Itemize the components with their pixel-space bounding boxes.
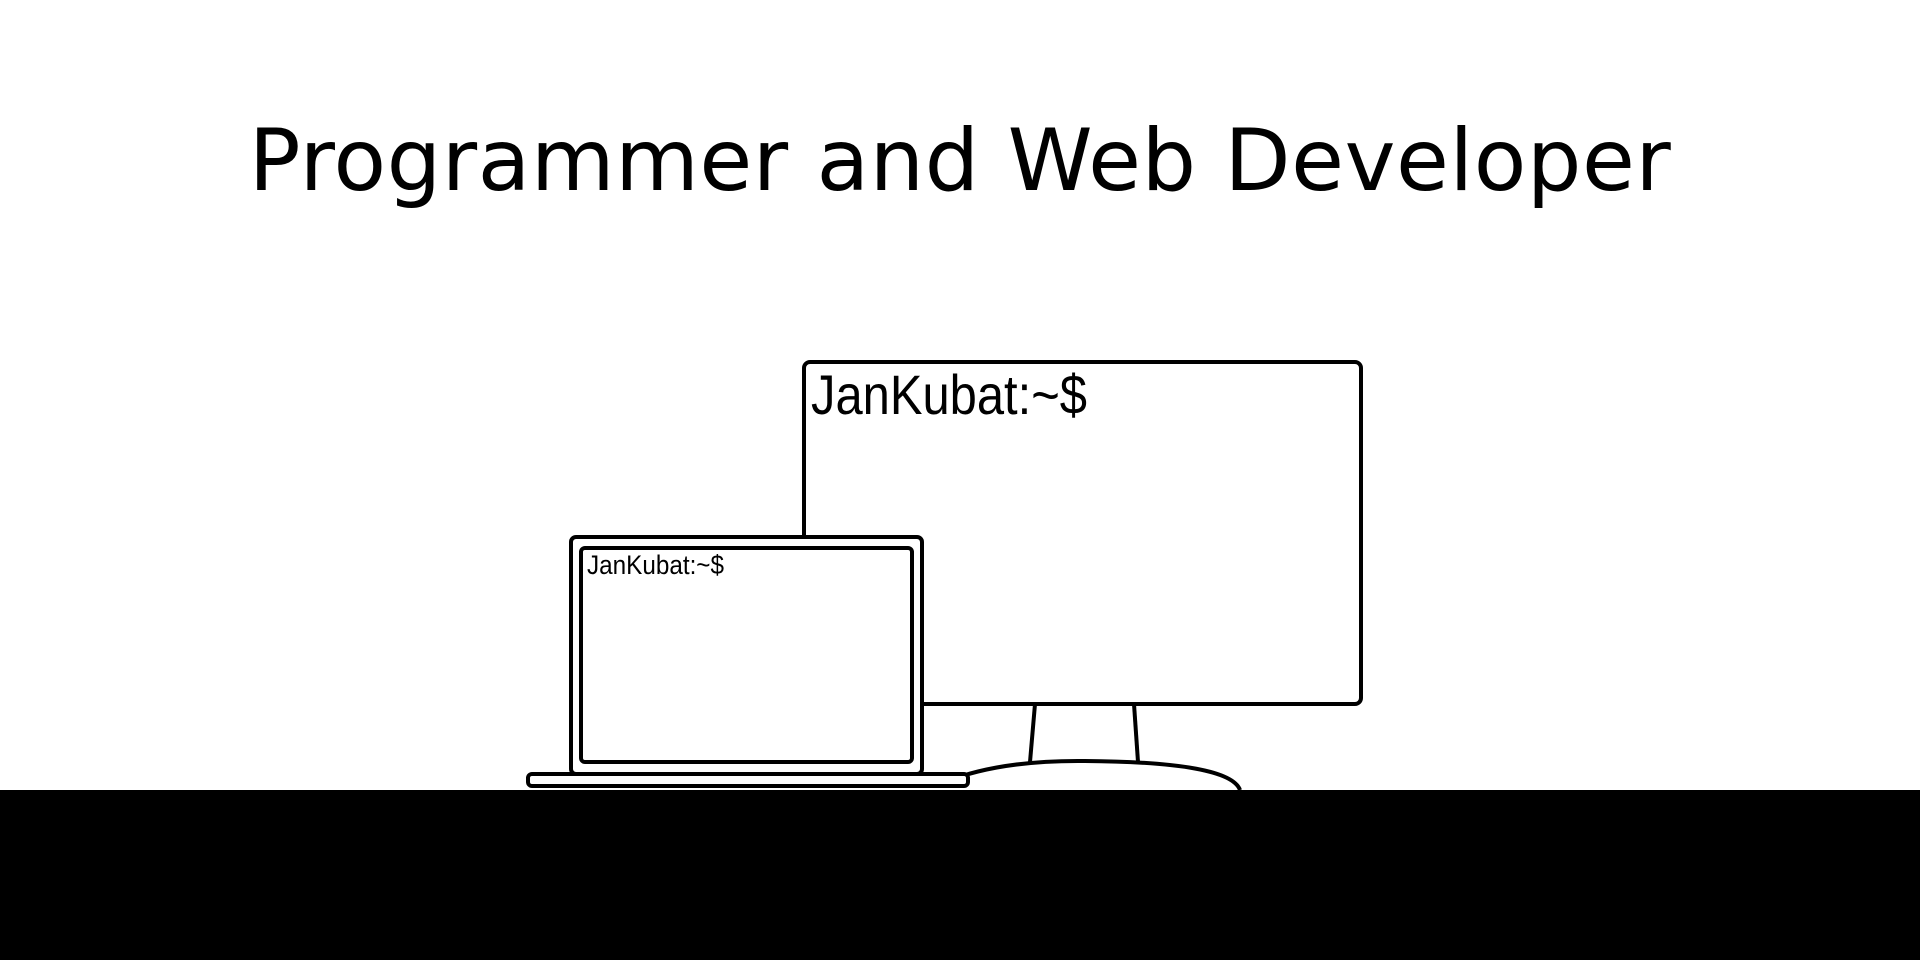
landing-page: Programmer and Web Developer JanKubat:~$… — [0, 0, 1920, 960]
desk-surface — [0, 790, 1920, 960]
laptop-terminal-prompt: JanKubat:~$ — [587, 550, 724, 580]
laptop-base — [526, 772, 970, 788]
laptop-screen — [579, 546, 914, 764]
monitor-stand-base — [944, 758, 1242, 791]
monitor-terminal-prompt: JanKubat:~$ — [811, 363, 1087, 426]
monitor-stand-left — [1028, 703, 1037, 763]
laptop: JanKubat:~$ — [526, 535, 970, 788]
monitor-stand-right — [1132, 703, 1140, 763]
